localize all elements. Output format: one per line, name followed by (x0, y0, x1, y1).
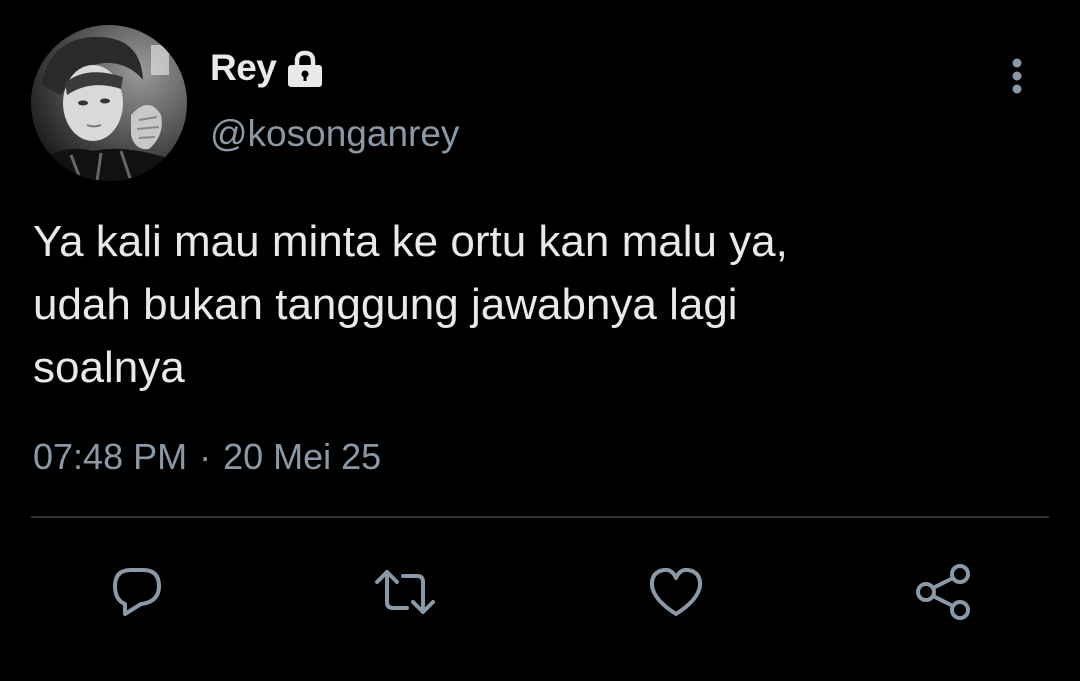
more-button[interactable] (1002, 56, 1032, 96)
display-name-row[interactable]: Rey (210, 44, 326, 92)
display-name[interactable]: Rey (210, 47, 277, 89)
tweet-text: Ya kali mau minta ke ortu kan malu ya, u… (33, 217, 788, 392)
retweet-button[interactable] (373, 560, 437, 624)
meta-separator: · (199, 436, 212, 477)
lock-icon (284, 50, 326, 88)
tweet-date[interactable]: 20 Mei 25 (223, 436, 381, 478)
tweet-time[interactable]: 07:48 PM (33, 436, 187, 478)
share-button[interactable] (912, 560, 976, 624)
heart-icon (649, 567, 703, 616)
share-icon (916, 564, 970, 620)
more-vertical-icon (1012, 58, 1022, 94)
avatar[interactable] (31, 25, 187, 181)
retweet-icon (375, 570, 435, 614)
tweet-meta: 07:48 PM · 20 Mei 25 (33, 436, 381, 478)
divider (31, 516, 1049, 518)
user-handle[interactable]: @kosonganrey (210, 113, 459, 155)
avatar-image (31, 25, 187, 181)
reply-button[interactable] (105, 560, 169, 624)
like-button[interactable] (644, 560, 708, 624)
reply-icon (113, 568, 161, 616)
